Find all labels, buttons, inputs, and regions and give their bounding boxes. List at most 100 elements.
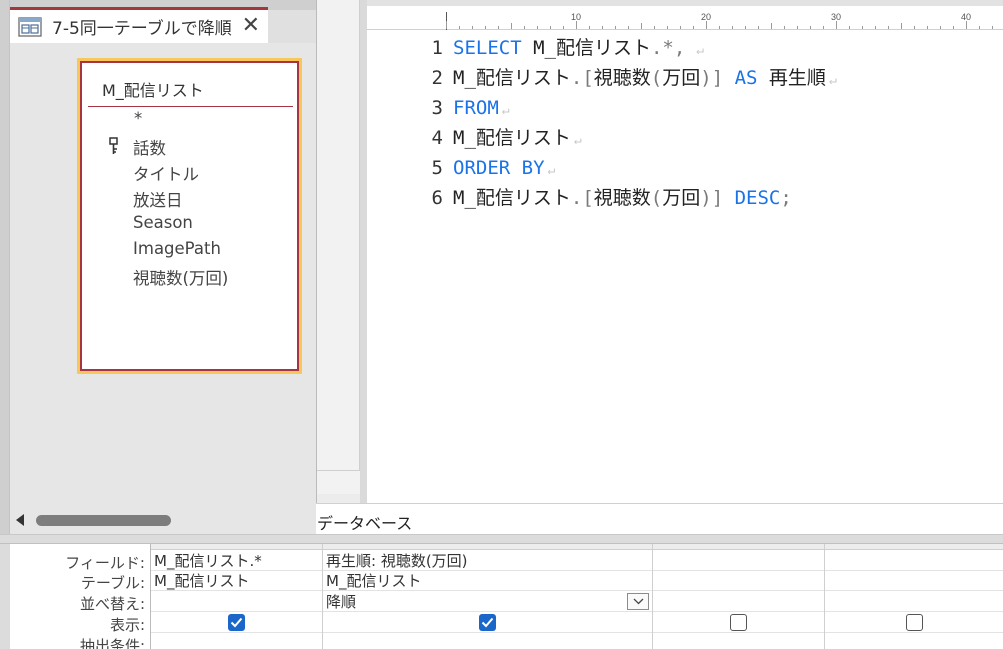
horizontal-scrollbar[interactable] <box>10 508 316 534</box>
field-cell[interactable] <box>653 551 824 571</box>
column-selector[interactable] <box>151 544 322 550</box>
sort-cell[interactable]: 降順 <box>323 592 652 612</box>
code-token: )] <box>700 67 724 89</box>
ruler-tick <box>719 26 720 29</box>
checkbox-checked-icon[interactable] <box>228 614 245 631</box>
code-line[interactable]: 6 M_配信リスト.[視聴数(万回)] DESC; <box>367 183 1003 213</box>
sort-cell[interactable] <box>151 592 322 612</box>
ruler-tick <box>979 26 980 29</box>
field-cell[interactable] <box>825 551 1003 571</box>
field-list-item[interactable]: 放送日 <box>133 187 183 211</box>
column-selector[interactable] <box>825 544 1003 550</box>
table-selection-highlight[interactable]: M_配信リスト * 話数 タイトル 放送日 Season ImagePath 視聴数(万回) <box>77 58 302 374</box>
ruler-tick <box>875 26 876 29</box>
grid-left-edge <box>0 544 10 649</box>
code-line[interactable]: 4 M_配信リスト ↵ <box>367 123 1003 153</box>
column-selector[interactable] <box>653 544 824 550</box>
criteria-cell[interactable] <box>825 634 1003 649</box>
criteria-cell[interactable] <box>323 634 652 649</box>
grid-column[interactable]: 再生順: 視聴数(万回) M_配信リスト 降順 <box>323 544 653 649</box>
field-list-title[interactable]: M_配信リスト <box>102 77 204 101</box>
table-cell[interactable]: M_配信リスト <box>323 571 652 591</box>
field-list-table[interactable]: M_配信リスト * 話数 タイトル 放送日 Season ImagePath 視聴数(万回) <box>80 61 299 371</box>
code-text[interactable]: M_配信リスト.[視聴数(万回)] AS 再生順 ↵ <box>453 63 837 96</box>
field-cell[interactable]: 再生順: 視聴数(万回) <box>323 551 652 571</box>
show-cell[interactable] <box>825 613 1003 633</box>
code-token: ( <box>650 67 663 89</box>
primary-key-icon <box>109 137 118 154</box>
code-token: .[ <box>570 187 594 209</box>
left-edge-strip <box>0 0 10 534</box>
field-cell[interactable]: M_配信リスト.* <box>151 551 322 571</box>
criteria-cell[interactable] <box>151 634 322 649</box>
code-text[interactable]: ORDER BY ↵ <box>453 153 555 186</box>
code-token: 視聴数 <box>593 67 651 89</box>
ruler-tick <box>784 26 785 29</box>
ruler-tick <box>758 26 759 29</box>
checkbox-unchecked-icon[interactable] <box>730 614 747 631</box>
query-tab[interactable]: 7-5同一テーブルで降順 ✕ <box>10 10 268 43</box>
grid-columns: M_配信リスト.* M_配信リスト 再生順: 視聴数(万回) M_配信リスト 降順 <box>150 544 1003 649</box>
checkbox-unchecked-icon[interactable] <box>905 614 923 631</box>
code-text[interactable]: M_配信リスト.[視聴数(万回)] DESC; <box>453 183 792 213</box>
ruler-tick <box>693 26 694 29</box>
field-list-item[interactable]: ImagePath <box>133 239 221 258</box>
field-list-item[interactable]: 話数 <box>133 135 166 159</box>
ruler-tick <box>459 26 460 29</box>
close-icon[interactable]: ✕ <box>242 14 260 38</box>
ruler-tick <box>498 26 499 29</box>
table-cell[interactable] <box>653 571 824 591</box>
show-cell[interactable] <box>653 613 824 633</box>
sort-cell[interactable] <box>653 592 824 612</box>
grid-column[interactable] <box>825 544 1003 649</box>
code-text[interactable]: SELECT M_配信リスト.*, ↵ <box>453 33 704 66</box>
ruler-tick <box>485 26 486 29</box>
pane-splitter[interactable] <box>0 534 1003 544</box>
checkbox-checked-icon[interactable] <box>479 614 496 631</box>
field-list-item[interactable]: Season <box>133 213 193 232</box>
ruler-tick <box>537 26 538 29</box>
ruler-tick <box>745 26 746 29</box>
chevron-down-icon[interactable] <box>627 593 649 610</box>
sort-cell[interactable] <box>825 592 1003 612</box>
field-list-item[interactable]: * <box>134 109 142 128</box>
criteria-cell[interactable] <box>653 634 824 649</box>
show-cell[interactable] <box>151 613 322 633</box>
scroll-left-arrow-icon[interactable] <box>16 514 24 526</box>
grid-column[interactable] <box>653 544 825 649</box>
sql-editor[interactable]: 10 20 30 40 1 SELECT M_配信リスト.*, ↵ 2 M_配信リスト.[視… <box>367 0 1003 503</box>
ruler-number: 10 <box>571 12 582 22</box>
show-cell[interactable] <box>323 613 652 633</box>
code-text[interactable]: M_配信リスト ↵ <box>453 123 582 156</box>
field-list-item[interactable]: タイトル <box>133 161 199 185</box>
newline-mark-icon: ↵ <box>573 133 582 148</box>
newline-mark-icon: ↵ <box>501 103 510 118</box>
code-line[interactable]: 3 FROM ↵ <box>367 93 1003 123</box>
code-line[interactable]: 2 M_配信リスト.[視聴数(万回)] AS 再生順 ↵ <box>367 63 1003 93</box>
ruler-tick <box>836 21 837 29</box>
line-number: 5 <box>431 157 443 179</box>
code-token: ( <box>650 187 663 209</box>
line-number: 3 <box>431 97 443 119</box>
query-tab-title: 7-5同一テーブルで降順 <box>52 19 232 39</box>
ruler-tick <box>888 26 889 29</box>
ruler-tick <box>667 26 668 29</box>
column-selector[interactable] <box>323 544 652 550</box>
scrollbar-thumb[interactable] <box>36 515 171 526</box>
newline-mark-icon: ↵ <box>828 73 837 88</box>
ruler-tick <box>862 26 863 29</box>
tab-strip-top <box>10 0 316 10</box>
query-design-pane: 7-5同一テーブルで降順 ✕ M_配信リスト * 話数 タイトル 放送日 Season I… <box>0 0 316 534</box>
ruler-tick <box>771 23 772 29</box>
code-text[interactable]: FROM ↵ <box>453 93 510 126</box>
field-list-item[interactable]: 視聴数(万回) <box>133 265 228 289</box>
grid-column[interactable]: M_配信リスト.* M_配信リスト <box>151 544 323 649</box>
code-line[interactable]: 5 ORDER BY ↵ <box>367 153 1003 183</box>
ruler-tick <box>550 26 551 29</box>
line-number: 6 <box>431 187 443 209</box>
table-cell[interactable] <box>825 571 1003 591</box>
table-cell[interactable]: M_配信リスト <box>151 571 322 591</box>
grid-row-label: 抽出条件: <box>79 637 145 649</box>
code-token: M_配信リスト <box>521 37 651 59</box>
code-line[interactable]: 1 SELECT M_配信リスト.*, ↵ <box>367 33 1003 63</box>
